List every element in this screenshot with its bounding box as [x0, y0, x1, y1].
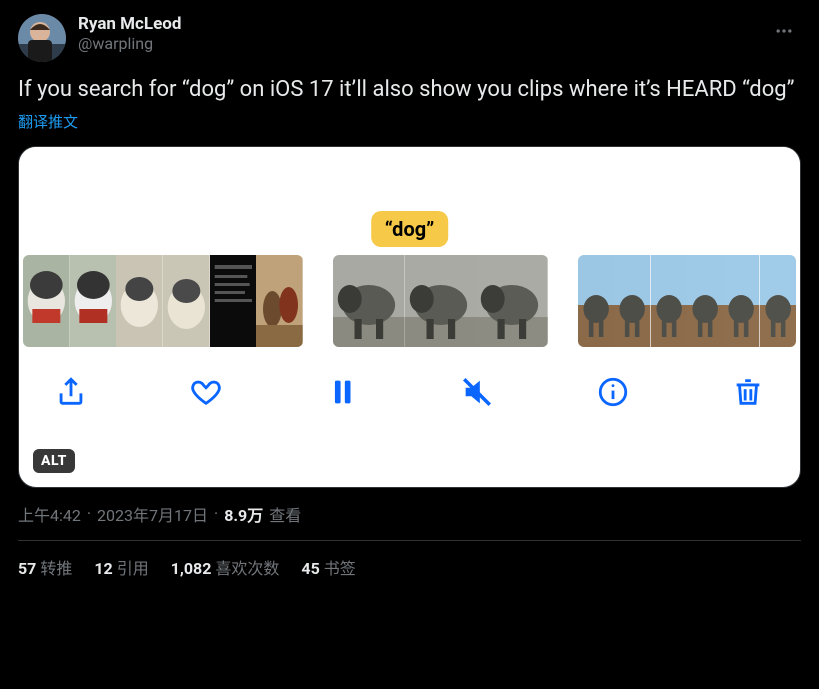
- clip-thumb: [578, 255, 614, 347]
- clip-thumb: [256, 255, 303, 347]
- clip-thumb: [70, 255, 117, 347]
- clip-thumb: [614, 255, 650, 347]
- clip-thumb: [651, 255, 687, 347]
- tweet-media[interactable]: “dog”: [18, 146, 801, 488]
- views-label: 查看: [269, 502, 301, 526]
- pause-icon: [325, 375, 359, 409]
- clip-group-1: [23, 255, 303, 347]
- more-icon: [774, 21, 794, 41]
- pause-button[interactable]: [320, 370, 364, 414]
- quotes-count: 12: [94, 559, 112, 578]
- author-handle: @warpling: [78, 34, 181, 53]
- tweet-meta[interactable]: 上午4:42 · 2023年7月17日 · 8.9万 查看: [18, 502, 801, 526]
- clip-thumb: [760, 255, 796, 347]
- bookmarks-label: 书签: [324, 555, 356, 579]
- media-toolbar: [19, 347, 800, 437]
- info-icon: [596, 375, 630, 409]
- clip-thumb: [723, 255, 759, 347]
- search-highlight-label: “dog”: [371, 211, 449, 247]
- tweet-header: Ryan McLeod @warpling: [18, 14, 801, 62]
- author-names[interactable]: Ryan McLeod @warpling: [78, 14, 181, 54]
- avatar-image: [18, 14, 66, 62]
- clip-thumb: [23, 255, 70, 347]
- views-count: 8.9万: [224, 502, 263, 526]
- media-header-area: “dog”: [19, 147, 800, 255]
- meta-separator: ·: [87, 504, 91, 523]
- likes-label: 喜欢次数: [215, 555, 279, 579]
- translate-link[interactable]: 翻译推文: [18, 111, 801, 132]
- alt-text-badge[interactable]: ALT: [33, 449, 75, 473]
- favorite-button[interactable]: [184, 370, 228, 414]
- mute-icon: [460, 375, 494, 409]
- meta-separator: ·: [214, 504, 218, 523]
- avatar[interactable]: [18, 14, 66, 62]
- retweets-stat[interactable]: 57 转推: [18, 555, 72, 579]
- more-button[interactable]: [767, 14, 801, 48]
- tweet-date: 2023年7月17日: [97, 502, 208, 526]
- tweet-text: If you search for “dog” on iOS 17 it’ll …: [18, 76, 801, 105]
- share-icon: [54, 375, 88, 409]
- retweets-count: 57: [18, 559, 36, 578]
- likes-stat[interactable]: 1,082 喜欢次数: [171, 555, 280, 579]
- bookmarks-stat[interactable]: 45 书签: [301, 555, 355, 579]
- engagement-row: 57 转推 12 引用 1,082 喜欢次数 45 书签: [18, 541, 801, 579]
- clip-thumb: [333, 255, 405, 347]
- heart-icon: [189, 375, 223, 409]
- video-timeline[interactable]: [19, 255, 800, 347]
- clip-thumb: [476, 255, 548, 347]
- trash-icon: [731, 375, 765, 409]
- tweet-time: 上午4:42: [18, 502, 81, 526]
- bookmarks-count: 45: [301, 559, 319, 578]
- clip-thumb: [405, 255, 477, 347]
- display-name: Ryan McLeod: [78, 14, 181, 34]
- likes-count: 1,082: [171, 559, 212, 578]
- tweet-container: Ryan McLeod @warpling If you search for …: [0, 0, 819, 579]
- delete-button[interactable]: [726, 370, 770, 414]
- share-button[interactable]: [49, 370, 93, 414]
- info-button[interactable]: [591, 370, 635, 414]
- clip-group-3: [578, 255, 796, 347]
- clip-group-2: [333, 255, 548, 347]
- clip-thumb: [116, 255, 163, 347]
- clip-thumb: [163, 255, 210, 347]
- quotes-stat[interactable]: 12 引用: [94, 555, 148, 579]
- clip-thumb: [687, 255, 723, 347]
- quotes-label: 引用: [117, 555, 149, 579]
- mute-button[interactable]: [455, 370, 499, 414]
- retweets-label: 转推: [40, 555, 72, 579]
- clip-thumb: [210, 255, 257, 347]
